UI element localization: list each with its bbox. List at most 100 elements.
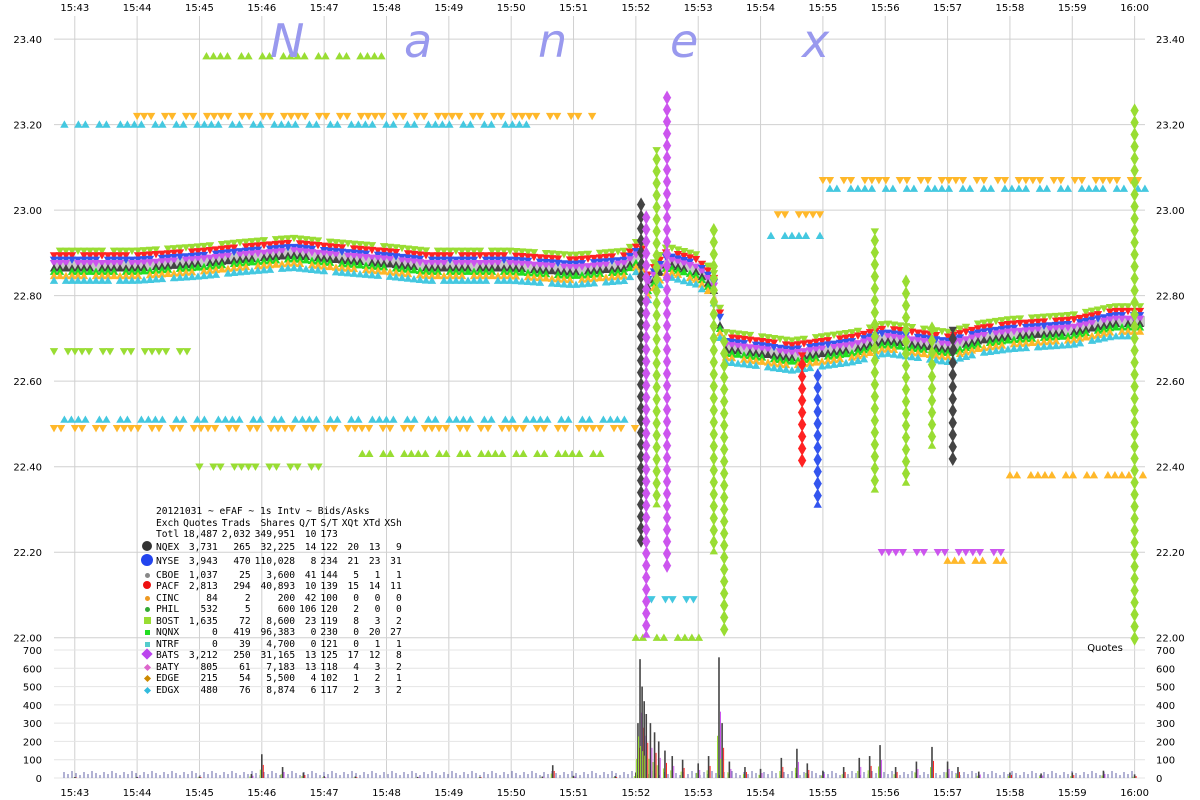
- quote-marker: [1130, 379, 1139, 387]
- quote-marker: [948, 367, 957, 376]
- legend-cell: 84: [206, 592, 218, 604]
- quote-marker: [209, 463, 218, 471]
- quote-marker: [77, 425, 87, 433]
- quote-marker: [412, 112, 422, 121]
- volume-tick-label-right: 200: [1156, 737, 1175, 748]
- quote-marker: [901, 406, 911, 414]
- quote-marker: [102, 415, 111, 423]
- quote-marker: [901, 370, 911, 378]
- quote-marker: [979, 184, 989, 192]
- quote-marker: [419, 112, 429, 121]
- quote-marker: [986, 184, 996, 192]
- quote-marker: [342, 112, 352, 121]
- quote-marker: [564, 415, 573, 423]
- quote-marker: [70, 425, 80, 433]
- nbbo-quote-bundle: [49, 234, 1145, 374]
- quote-marker: [993, 177, 1003, 185]
- quote-marker: [662, 426, 672, 434]
- legend-col-header: Trads: [221, 517, 251, 529]
- quote-marker: [228, 120, 237, 128]
- quote-marker: [1014, 184, 1024, 192]
- quote-marker: [391, 112, 401, 121]
- quote-marker: [709, 475, 718, 483]
- quote-marker: [923, 184, 933, 192]
- quote-marker: [347, 120, 356, 128]
- quote-marker: [258, 52, 267, 60]
- quote-marker: [158, 120, 167, 128]
- quote-marker: [895, 177, 905, 185]
- quote-marker: [642, 618, 651, 626]
- price-tick-label-right: 22.00: [1156, 634, 1185, 645]
- legend-cell: 61: [239, 661, 251, 673]
- quote-marker: [870, 317, 880, 325]
- price-tick-label-left: 23.40: [13, 35, 42, 46]
- legend-cell: 215: [200, 673, 218, 684]
- quote-marker: [937, 177, 947, 185]
- quote-marker: [403, 120, 412, 128]
- quote-marker: [662, 522, 672, 530]
- watermark-letter: a: [404, 14, 433, 68]
- legend-cell: 1: [374, 638, 381, 650]
- quote-marker: [652, 392, 661, 400]
- legend-cell: 118: [320, 661, 338, 673]
- x-tick-label-bottom: 15:49: [434, 788, 463, 799]
- quote-marker: [406, 425, 416, 433]
- quote-marker: [508, 415, 517, 423]
- quote-marker: [766, 231, 776, 239]
- quote-marker: [813, 392, 822, 400]
- quote-marker: [1000, 177, 1010, 185]
- quote-marker: [363, 112, 373, 121]
- quote-marker: [249, 415, 258, 423]
- quote-marker: [662, 474, 672, 482]
- quote-marker: [1005, 471, 1015, 479]
- quote-marker: [948, 427, 957, 436]
- quote-marker: [504, 425, 514, 433]
- quote-spikes: [636, 90, 1139, 646]
- legend-cell: 4: [353, 661, 360, 673]
- legend-cell: 102: [320, 673, 338, 684]
- legend-cell: 6: [310, 684, 317, 696]
- quote-marker: [585, 415, 594, 423]
- volume-tick-label-left: 400: [23, 701, 42, 712]
- quote-marker: [813, 488, 822, 496]
- quote-marker: [1077, 184, 1087, 192]
- x-tick-label-bottom: 15:43: [60, 788, 89, 799]
- quote-marker: [588, 425, 598, 433]
- legend-cell: 0: [211, 627, 218, 638]
- quote-marker: [207, 120, 216, 128]
- quote-marker: [919, 549, 929, 557]
- volume-tick-label-left: 200: [23, 737, 42, 748]
- legend-cell: 1: [374, 569, 381, 581]
- legend-cell: 0: [211, 638, 218, 650]
- quote-marker: [214, 120, 223, 128]
- quote-marker: [216, 52, 225, 60]
- quote-marker: [870, 485, 880, 493]
- quote-marker: [228, 415, 237, 423]
- legend-cell: 0: [395, 592, 402, 604]
- legend-cell: 2,813: [188, 581, 218, 592]
- quote-marker: [927, 417, 937, 425]
- legend-cell: 3,600: [266, 569, 296, 581]
- quote-marker: [1098, 184, 1108, 192]
- quote-marker: [719, 574, 729, 582]
- quote-marker: [870, 389, 880, 397]
- legend-cell: 2: [353, 604, 360, 615]
- quote-marker: [933, 549, 943, 557]
- quote-marker: [543, 415, 552, 423]
- legend-cell: 0: [353, 638, 360, 650]
- legend-cell: 8: [353, 615, 360, 627]
- quote-marker: [312, 120, 321, 128]
- quote-marker: [200, 120, 209, 128]
- quote-marker: [575, 449, 584, 458]
- quote-marker: [662, 565, 672, 573]
- quote-marker: [314, 463, 323, 471]
- x-tick-label-top: 15:56: [871, 3, 900, 14]
- legend-cell: 27: [390, 627, 402, 638]
- legend-cell: 3,212: [188, 650, 218, 661]
- quote-marker: [385, 425, 395, 433]
- quote-marker: [1049, 177, 1059, 185]
- legend-marker-icon: [143, 581, 151, 589]
- x-tick-label-top: 15:53: [684, 3, 713, 14]
- price-tick-label-right: 22.20: [1156, 548, 1185, 559]
- quote-marker: [870, 257, 880, 265]
